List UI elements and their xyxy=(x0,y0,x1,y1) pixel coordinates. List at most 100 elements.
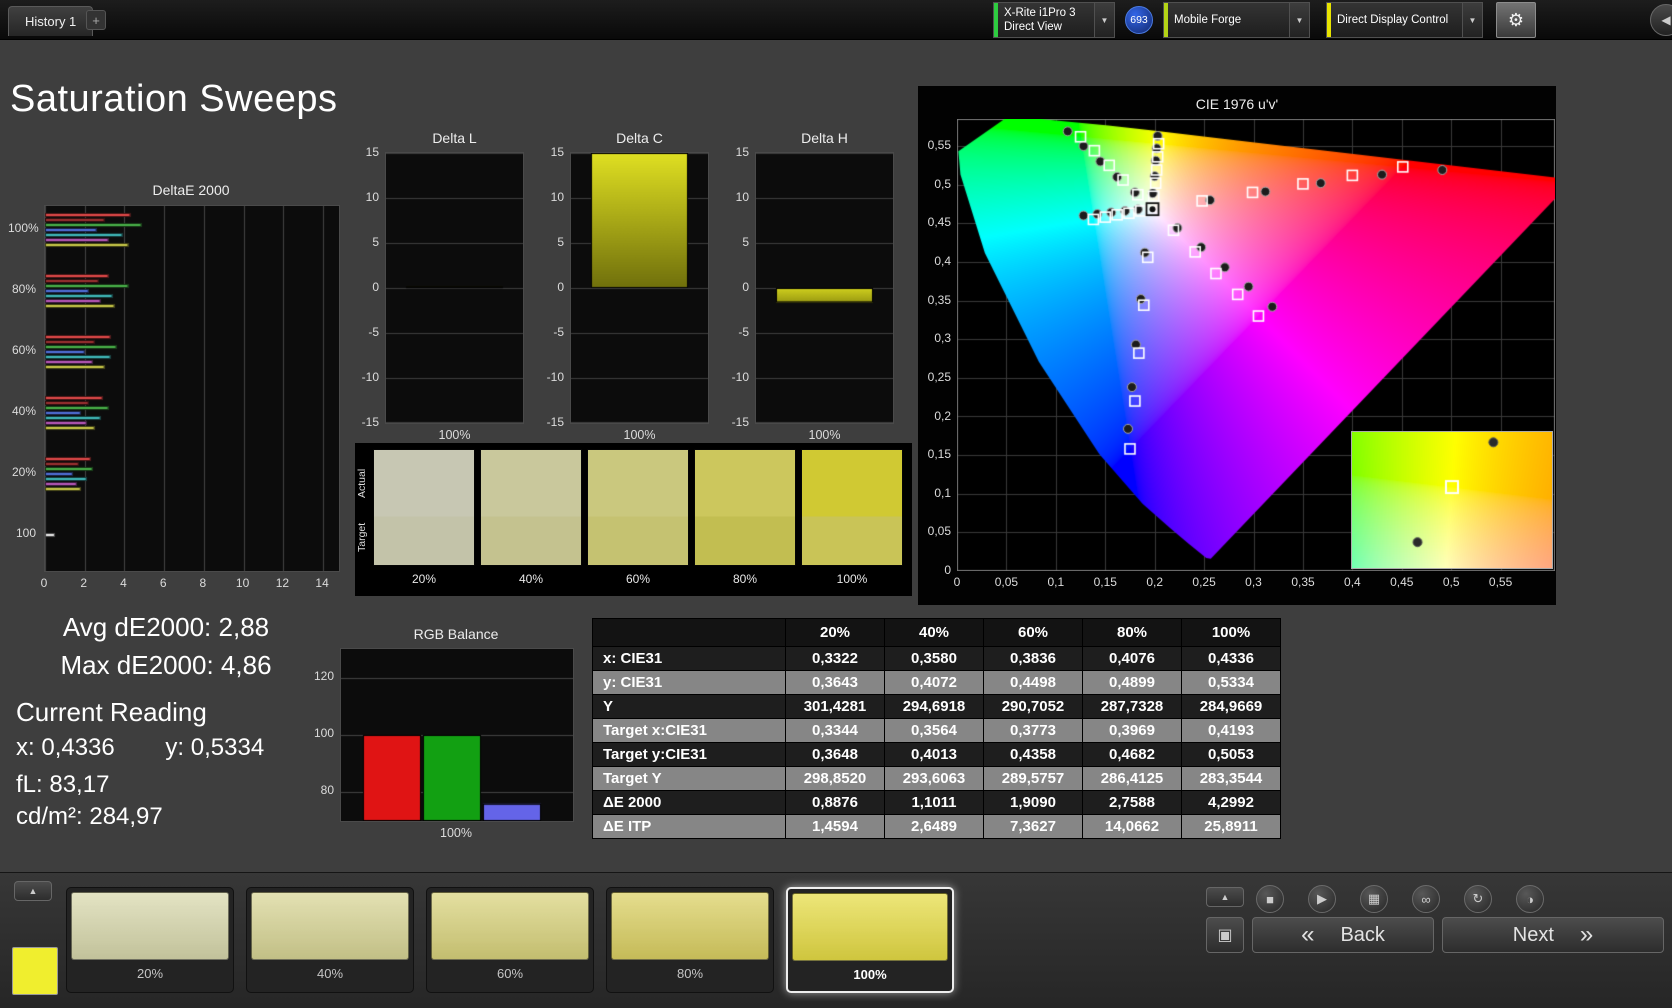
saturation-level-button-40%[interactable]: 40% xyxy=(246,887,414,993)
refresh-icon[interactable]: ↻ xyxy=(1464,885,1492,913)
delta-h-chart-canvas xyxy=(755,152,894,424)
saturation-level-button-60%[interactable]: 60% xyxy=(426,887,594,993)
saturation-level-label: 20% xyxy=(136,966,164,981)
table-cell: 0,3643 xyxy=(786,671,884,694)
table-cell: 0,5053 xyxy=(1182,743,1280,766)
table-cell: 0,3580 xyxy=(885,647,983,670)
saturation-level-button-80%[interactable]: 80% xyxy=(606,887,774,993)
cie-x-tick: 0,15 xyxy=(1093,575,1117,589)
meter-dropdown[interactable]: X-Rite i1Pro 3 Direct View ▼ xyxy=(993,2,1115,38)
actual-target-swatch-strip: Actual Target 20% 40% 60% 80% 100% xyxy=(355,443,912,596)
delta-y-tick: 10 xyxy=(735,190,749,204)
table-cell: 294,6918 xyxy=(885,695,983,718)
measurement-table: 20% 40% 60% 80% 100% x: CIE31 0,3322 0,3580 0,38… xyxy=(592,618,1281,839)
table-cell: 0,3564 xyxy=(885,719,983,742)
deltae-x-tick: 4 xyxy=(120,576,127,590)
source-dropdown-body: Mobile Forge xyxy=(1168,3,1289,37)
bottom-bar: ▲ 20% 40% 60% 80% 100% ▲ ■ ▶ ▦ ∞ ↻ ◑ ▣ « Back Nex… xyxy=(0,872,1672,1008)
table-cell: 1,4594 xyxy=(786,815,884,838)
save-icon[interactable]: ▦ xyxy=(1360,885,1388,913)
table-cell: 284,9669 xyxy=(1182,695,1280,718)
rgb-balance-canvas xyxy=(340,648,574,822)
table-cell: 0,4193 xyxy=(1182,719,1280,742)
cie-x-tick: 0,45 xyxy=(1390,575,1414,589)
deltae-x-tick: 10 xyxy=(235,576,250,590)
source-dropdown[interactable]: Mobile Forge ▼ xyxy=(1163,2,1310,38)
table-cell: 0,4682 xyxy=(1083,743,1181,766)
cd-value: 284,97 xyxy=(89,803,163,830)
expand-up-icon[interactable]: ▲ xyxy=(1206,887,1244,907)
chevron-down-icon[interactable]: ▼ xyxy=(1462,3,1482,37)
display-control-dropdown-body: Direct Display Control xyxy=(1331,3,1462,37)
delta-y-tick: -10 xyxy=(731,370,749,384)
table-cell: 0,4336 xyxy=(1182,647,1280,670)
cie-y-tick: 0,2 xyxy=(934,408,951,423)
deltae-x-tick: 0 xyxy=(40,576,48,590)
next-label: Next xyxy=(1512,923,1554,946)
cie-y-tick: 0,1 xyxy=(934,485,951,500)
contrast-icon[interactable]: ◑ xyxy=(1516,885,1544,913)
delta-h-y-axis: 15 10 5 0 -5 -10 -15 xyxy=(727,145,751,429)
delta-y-tick: 0 xyxy=(557,280,564,294)
back-label: Back xyxy=(1340,923,1385,946)
saturation-level-swatch xyxy=(792,893,948,961)
add-tab-button[interactable]: + xyxy=(86,10,106,30)
play-icon[interactable]: ▶ xyxy=(1308,885,1336,913)
saturation-level-button-100%[interactable]: 100% xyxy=(786,887,954,993)
cie-y-tick: 0,55 xyxy=(927,138,951,152)
saturation-level-label: 40% xyxy=(316,966,344,981)
display-control-dropdown[interactable]: Direct Display Control ▼ xyxy=(1326,2,1483,38)
deltae2000-chart-title: DeltaE 2000 xyxy=(152,182,230,198)
back-button[interactable]: « Back xyxy=(1252,917,1434,953)
delta-y-tick: -5 xyxy=(553,325,564,339)
rgb-balance-title: RGB Balance xyxy=(413,626,499,642)
cie-x-tick: 0,1 xyxy=(1047,575,1065,589)
table-cell: 287,7328 xyxy=(1083,695,1181,718)
delta-y-tick: -5 xyxy=(738,325,749,339)
source-name: Mobile Forge xyxy=(1174,14,1242,26)
saturation-swatch-label: 20% xyxy=(411,572,437,586)
delta-y-tick: -10 xyxy=(361,370,379,384)
delta-y-tick: -10 xyxy=(546,370,564,384)
delta-c-chart-canvas xyxy=(570,152,709,424)
table-header-cell: 100% xyxy=(1182,619,1280,646)
rgb-y-tick: 100 xyxy=(313,726,334,740)
saturation-swatch-label: 60% xyxy=(625,572,651,586)
display-window-button[interactable]: ▣ xyxy=(1206,917,1244,953)
current-xy-readout: x: 0,4336 y: 0,5334 xyxy=(16,734,264,762)
delta-y-tick: 0 xyxy=(372,280,379,294)
loop-icon[interactable]: ∞ xyxy=(1412,885,1440,913)
fl-label: fL: xyxy=(16,771,43,798)
table-cell: 301,4281 xyxy=(786,695,884,718)
cie-y-axis: 0 0,05 0,1 0,15 0,2 0,25 0,3 0,35 0,4 0,45 0,5 0,55 xyxy=(918,119,954,577)
chevron-down-icon[interactable]: ▼ xyxy=(1289,3,1309,37)
stop-icon[interactable]: ■ xyxy=(1256,885,1284,913)
active-color-swatch[interactable] xyxy=(12,947,58,995)
table-row-label: y: CIE31 xyxy=(593,671,785,694)
table-header-cell: 60% xyxy=(984,619,1082,646)
saturation-level-label: 80% xyxy=(676,966,704,981)
tab-history[interactable]: History 1 xyxy=(8,6,94,36)
display-control-name: Direct Display Control xyxy=(1337,14,1449,26)
cie-diagram-panel: CIE 1976 u'v' 0 0,05 0,1 0,15 0,2 0,25 0,3 0,35… xyxy=(918,86,1556,605)
meter-dropdown-body: X-Rite i1Pro 3 Direct View xyxy=(998,3,1094,37)
measurement-count-badge: 693 xyxy=(1125,6,1153,34)
deltae-x-tick: 8 xyxy=(199,576,207,590)
deltae-x-tick: 12 xyxy=(275,576,290,590)
collapse-panel-icon[interactable]: ◀ xyxy=(1650,4,1672,36)
cie-y-tick: 0,5 xyxy=(934,176,951,191)
table-cell: 0,4498 xyxy=(984,671,1082,694)
table-row-label: Target x:CIE31 xyxy=(593,719,785,742)
table-cell: 289,5757 xyxy=(984,767,1082,790)
delta-l-chart-canvas xyxy=(385,152,524,424)
cie-y-tick: 0,15 xyxy=(927,447,951,462)
saturation-level-button-20%[interactable]: 20% xyxy=(66,887,234,993)
cie-x-tick: 0,5 xyxy=(1442,575,1460,589)
gear-icon[interactable]: ⚙ xyxy=(1496,2,1536,38)
chevron-down-icon[interactable]: ▼ xyxy=(1094,3,1114,37)
deltae-x-tick: 6 xyxy=(159,576,167,590)
deltae-x-tick: 14 xyxy=(315,576,329,590)
saturation-level-swatch xyxy=(431,892,589,960)
next-button[interactable]: Next » xyxy=(1442,917,1664,953)
expand-up-icon[interactable]: ▲ xyxy=(14,881,52,901)
